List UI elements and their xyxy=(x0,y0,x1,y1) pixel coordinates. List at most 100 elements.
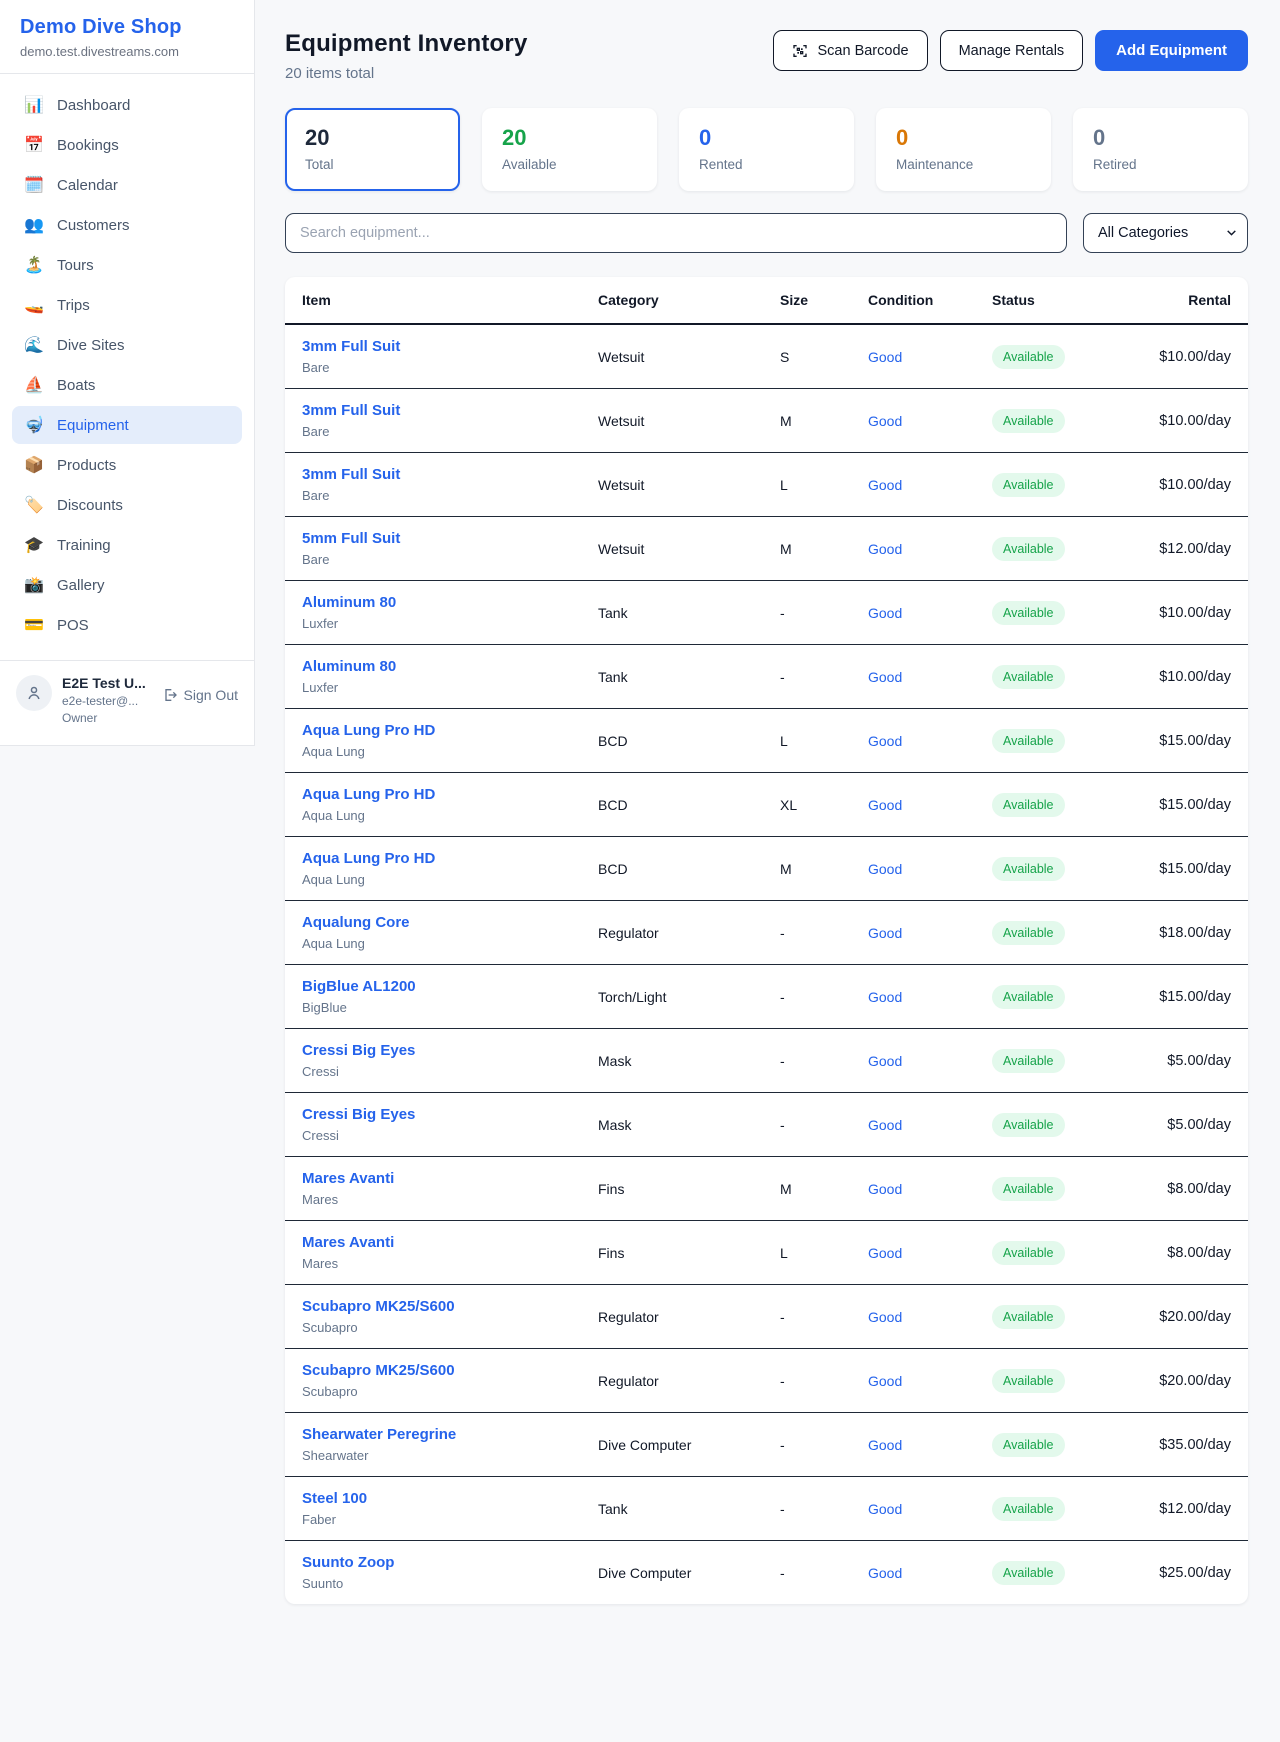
rental-cell: $18.00/day xyxy=(1132,925,1231,941)
sidebar-item-label: Dashboard xyxy=(57,97,130,114)
status-cell: Available xyxy=(992,1177,1132,1201)
stat-card-available[interactable]: 20 Available xyxy=(482,108,657,191)
rental-cell: $10.00/day xyxy=(1132,605,1231,621)
item-brand: Aqua Lung xyxy=(302,936,598,951)
item-name-link[interactable]: Shearwater Peregrine xyxy=(302,1426,598,1443)
item-name-link[interactable]: Aluminum 80 xyxy=(302,658,598,675)
manage-rentals-button[interactable]: Manage Rentals xyxy=(940,30,1084,71)
condition-link[interactable]: Good xyxy=(868,1309,992,1325)
sidebar-item-trips[interactable]: 🚤 Trips xyxy=(12,286,242,324)
item-brand: Mares xyxy=(302,1256,598,1271)
table-row: 3mm Full Suit Bare Wetsuit S Good Availa… xyxy=(285,325,1248,389)
add-equipment-button[interactable]: Add Equipment xyxy=(1095,30,1248,71)
item-name-link[interactable]: Aqua Lung Pro HD xyxy=(302,722,598,739)
item-cell: Mares Avanti Mares xyxy=(302,1234,598,1271)
condition-link[interactable]: Good xyxy=(868,1565,992,1581)
stat-card-maintenance[interactable]: 0 Maintenance xyxy=(876,108,1051,191)
stat-label: Maintenance xyxy=(896,157,1031,172)
stat-label: Rented xyxy=(699,157,834,172)
category-cell: Regulator xyxy=(598,1309,780,1325)
item-name-link[interactable]: Aqua Lung Pro HD xyxy=(302,850,598,867)
condition-link[interactable]: Good xyxy=(868,797,992,813)
item-name-link[interactable]: 3mm Full Suit xyxy=(302,402,598,419)
table-body: 3mm Full Suit Bare Wetsuit S Good Availa… xyxy=(285,325,1248,1604)
item-brand: Suunto xyxy=(302,1576,598,1591)
sign-out-button[interactable]: Sign Out xyxy=(162,687,238,703)
condition-link[interactable]: Good xyxy=(868,861,992,877)
item-brand: Scubapro xyxy=(302,1320,598,1335)
column-header-status: Status xyxy=(992,292,1132,308)
sidebar-item-customers[interactable]: 👥 Customers xyxy=(12,206,242,244)
sidebar-item-discounts[interactable]: 🏷️ Discounts xyxy=(12,486,242,524)
item-name-link[interactable]: 3mm Full Suit xyxy=(302,338,598,355)
item-name-link[interactable]: Mares Avanti xyxy=(302,1170,598,1187)
item-name-link[interactable]: 3mm Full Suit xyxy=(302,466,598,483)
sidebar-item-dive-sites[interactable]: 🌊 Dive Sites xyxy=(12,326,242,364)
condition-link[interactable]: Good xyxy=(868,1245,992,1261)
sidebar-item-equipment[interactable]: 🤿 Equipment xyxy=(12,406,242,444)
sidebar-item-gallery[interactable]: 📸 Gallery xyxy=(12,566,242,604)
condition-link[interactable]: Good xyxy=(868,1501,992,1517)
status-badge: Available xyxy=(992,537,1065,561)
sidebar-item-training[interactable]: 🎓 Training xyxy=(12,526,242,564)
item-name-link[interactable]: Mares Avanti xyxy=(302,1234,598,1251)
table-row: Aluminum 80 Luxfer Tank - Good Available… xyxy=(285,645,1248,709)
condition-link[interactable]: Good xyxy=(868,669,992,685)
condition-link[interactable]: Good xyxy=(868,1117,992,1133)
item-name-link[interactable]: Scubapro MK25/S600 xyxy=(302,1298,598,1315)
item-name-link[interactable]: Aqualung Core xyxy=(302,914,598,931)
category-cell: Wetsuit xyxy=(598,477,780,493)
condition-link[interactable]: Good xyxy=(868,413,992,429)
sidebar-item-pos[interactable]: 💳 POS xyxy=(12,606,242,644)
item-name-link[interactable]: Aluminum 80 xyxy=(302,594,598,611)
sidebar-item-label: Boats xyxy=(57,377,95,394)
scan-barcode-button[interactable]: Scan Barcode xyxy=(773,30,927,71)
item-cell: Mares Avanti Mares xyxy=(302,1170,598,1207)
status-cell: Available xyxy=(992,345,1132,369)
bookings-icon: 📅 xyxy=(24,135,44,155)
condition-link[interactable]: Good xyxy=(868,541,992,557)
sidebar-item-products[interactable]: 📦 Products xyxy=(12,446,242,484)
condition-link[interactable]: Good xyxy=(868,925,992,941)
dashboard-icon: 📊 xyxy=(24,95,44,115)
item-cell: Cressi Big Eyes Cressi xyxy=(302,1042,598,1079)
category-select[interactable]: All Categories xyxy=(1083,213,1248,253)
item-name-link[interactable]: Cressi Big Eyes xyxy=(302,1106,598,1123)
size-cell: - xyxy=(780,1373,868,1389)
status-badge: Available xyxy=(992,665,1065,689)
item-name-link[interactable]: Steel 100 xyxy=(302,1490,598,1507)
item-name-link[interactable]: Cressi Big Eyes xyxy=(302,1042,598,1059)
sidebar-item-dashboard[interactable]: 📊 Dashboard xyxy=(12,86,242,124)
condition-link[interactable]: Good xyxy=(868,989,992,1005)
sidebar-item-bookings[interactable]: 📅 Bookings xyxy=(12,126,242,164)
status-badge: Available xyxy=(992,921,1065,945)
search-input[interactable] xyxy=(285,213,1067,253)
condition-link[interactable]: Good xyxy=(868,1373,992,1389)
item-name-link[interactable]: 5mm Full Suit xyxy=(302,530,598,547)
condition-link[interactable]: Good xyxy=(868,733,992,749)
stat-card-total[interactable]: 20 Total xyxy=(285,108,460,191)
rental-cell: $10.00/day xyxy=(1132,477,1231,493)
sidebar-item-calendar[interactable]: 🗓️ Calendar xyxy=(12,166,242,204)
stat-card-rented[interactable]: 0 Rented xyxy=(679,108,854,191)
condition-link[interactable]: Good xyxy=(868,1181,992,1197)
condition-link[interactable]: Good xyxy=(868,349,992,365)
item-name-link[interactable]: BigBlue AL1200 xyxy=(302,978,598,995)
stat-card-retired[interactable]: 0 Retired xyxy=(1073,108,1248,191)
condition-link[interactable]: Good xyxy=(868,477,992,493)
item-brand: Bare xyxy=(302,488,598,503)
table-row: 3mm Full Suit Bare Wetsuit L Good Availa… xyxy=(285,453,1248,517)
sidebar-item-boats[interactable]: ⛵ Boats xyxy=(12,366,242,404)
item-name-link[interactable]: Aqua Lung Pro HD xyxy=(302,786,598,803)
condition-link[interactable]: Good xyxy=(868,1053,992,1069)
item-cell: Aqua Lung Pro HD Aqua Lung xyxy=(302,850,598,887)
status-cell: Available xyxy=(992,665,1132,689)
condition-link[interactable]: Good xyxy=(868,1437,992,1453)
item-name-link[interactable]: Scubapro MK25/S600 xyxy=(302,1362,598,1379)
status-badge: Available xyxy=(992,1113,1065,1137)
sidebar-item-tours[interactable]: 🏝️ Tours xyxy=(12,246,242,284)
brand-name[interactable]: Demo Dive Shop xyxy=(20,16,234,39)
status-cell: Available xyxy=(992,601,1132,625)
item-name-link[interactable]: Suunto Zoop xyxy=(302,1554,598,1571)
condition-link[interactable]: Good xyxy=(868,605,992,621)
